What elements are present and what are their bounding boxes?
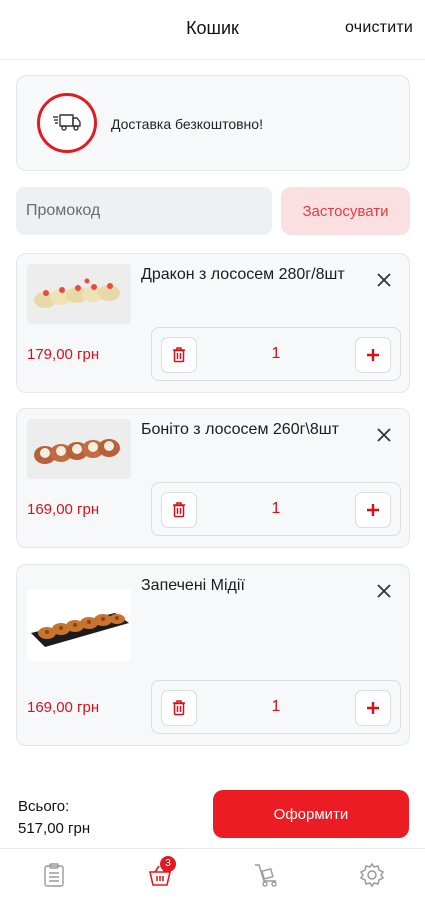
plus-icon [367, 504, 379, 516]
delivery-card: Доставка безкоштовно! [16, 75, 410, 171]
plus-icon [367, 349, 379, 361]
increase-quantity-button[interactable] [355, 690, 391, 726]
product-name: Дракон з лососем 280г/8шт [141, 266, 345, 283]
close-icon [377, 428, 391, 442]
cart-count-badge: 3 [160, 856, 176, 872]
remove-item-button[interactable] [375, 582, 393, 600]
close-icon [377, 584, 391, 598]
menu-clipboard-icon [44, 863, 64, 887]
increase-quantity-button[interactable] [355, 337, 391, 373]
product-image [27, 589, 131, 661]
remove-item-button[interactable] [375, 271, 393, 289]
nav-settings[interactable] [358, 861, 386, 889]
top-bar: Кошик очистити [0, 0, 425, 60]
product-image [27, 264, 131, 324]
apply-promo-button[interactable]: Застосувати [281, 187, 410, 235]
checkout-button[interactable]: Оформити [213, 790, 409, 838]
cart-item: Дракон з лососем 280г/8шт 179,00 грн 1 [16, 253, 410, 393]
product-price: 169,00 грн [27, 699, 100, 716]
product-price: 169,00 грн [27, 501, 100, 518]
order-total: Всього: 517,00 грн [18, 796, 90, 840]
quantity-stepper: 1 [151, 482, 401, 536]
delivery-text: Доставка безкоштовно! [111, 116, 263, 132]
product-price: 179,00 грн [27, 346, 100, 363]
remove-item-button[interactable] [375, 426, 393, 444]
quantity-stepper: 1 [151, 680, 401, 734]
close-icon [377, 273, 391, 287]
cart-item: Запечені Мідії 169,00 грн 1 [16, 564, 410, 746]
nav-cart[interactable]: 3 [146, 856, 176, 889]
delivery-truck-icon [37, 93, 97, 153]
quantity-stepper: 1 [151, 327, 401, 381]
increase-quantity-button[interactable] [355, 492, 391, 528]
product-name: Запечені Мідії [141, 577, 245, 594]
clear-cart-button[interactable]: очистити [345, 19, 413, 37]
product-image [27, 419, 131, 479]
promo-code-input[interactable] [16, 187, 272, 235]
plus-icon [367, 702, 379, 714]
product-name: Боніто з лососем 260г\8шт [141, 421, 339, 438]
cart-item: Боніто з лососем 260г\8шт 169,00 грн 1 [16, 408, 410, 548]
bottom-navigation: 3 [0, 848, 425, 900]
nav-delivery[interactable] [252, 861, 280, 889]
total-label: Всього: [18, 798, 70, 815]
settings-gear-icon [359, 862, 385, 888]
total-value: 517,00 грн [18, 820, 91, 837]
delivery-cart-icon [255, 864, 277, 887]
nav-menu[interactable] [40, 861, 68, 889]
